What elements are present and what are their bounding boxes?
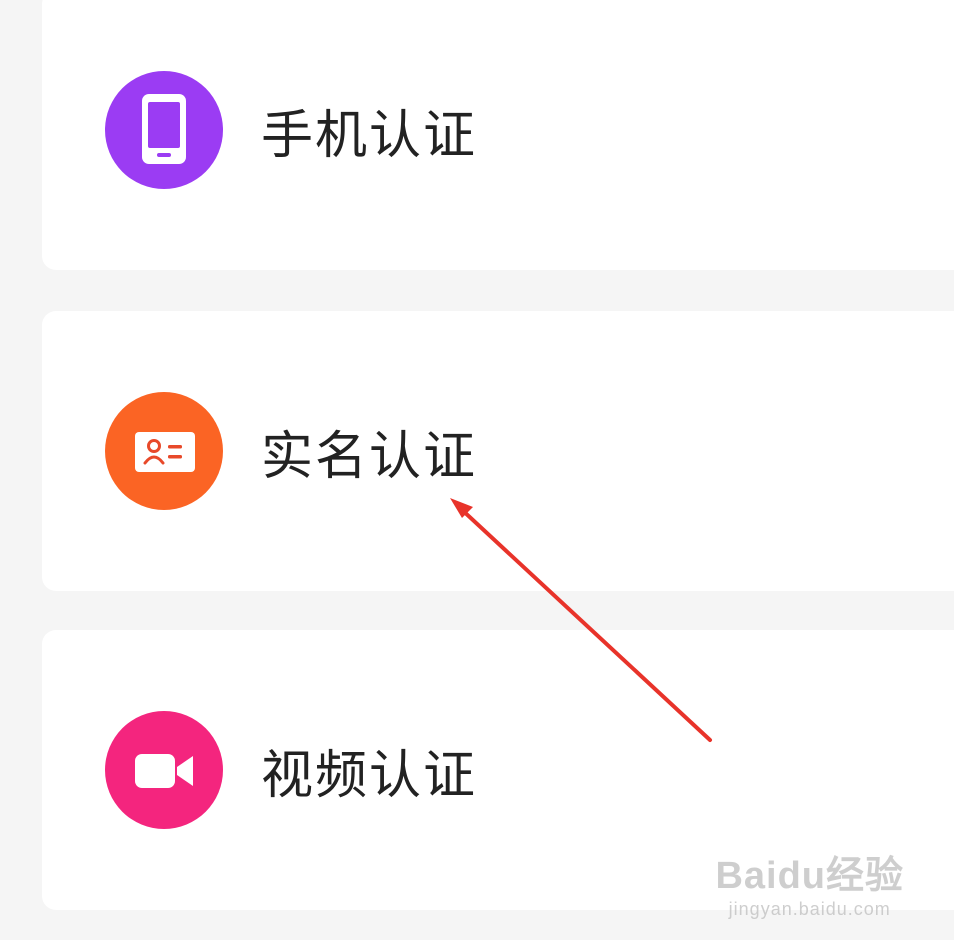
- baidu-watermark: Baidu经验 jingyan.baidu.com: [715, 844, 904, 920]
- phone-verification-label: 手机认证: [261, 105, 478, 166]
- watermark-sub: jingyan.baidu.com: [728, 899, 891, 919]
- phone-verification-item[interactable]: 手机认证: [42, 0, 954, 270]
- id-card-icon: [105, 392, 223, 510]
- watermark-main: Baidu经验: [715, 855, 904, 897]
- real-name-verification-label: 实名认证: [261, 426, 478, 487]
- real-name-verification-item[interactable]: 实名认证: [42, 311, 954, 591]
- phone-icon: [105, 71, 223, 189]
- video-camera-icon: [105, 711, 223, 829]
- video-verification-label: 视频认证: [261, 745, 478, 806]
- verification-page: 手机认证 实名认证 视频认证 Baidu经验 jingyan.baidu.com: [0, 0, 954, 940]
